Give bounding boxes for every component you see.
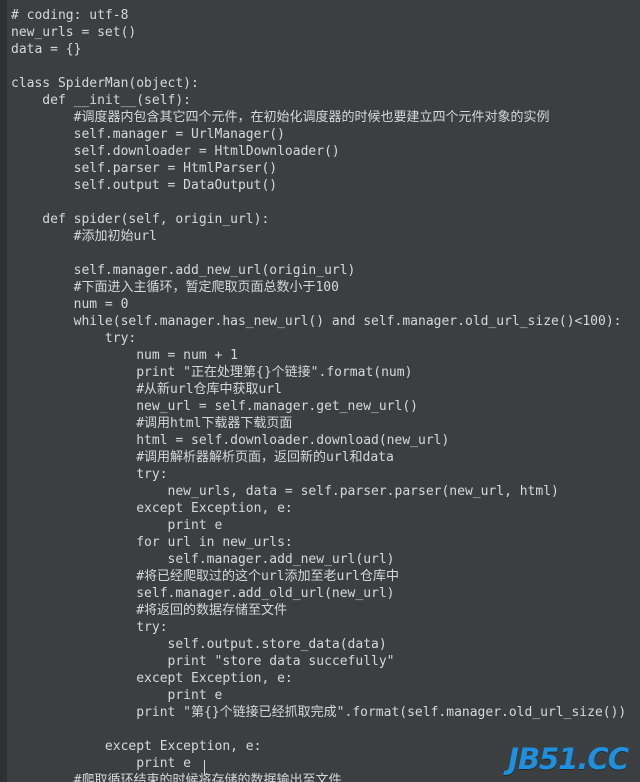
code-line[interactable]: print "第{}个链接已经抓取完成".format(self.manager… [7,704,640,721]
code-line[interactable]: def __init__(self): [7,92,640,109]
code-line[interactable]: try: [7,330,640,347]
editor-gutter [0,0,7,782]
code-line[interactable]: data = {} [7,41,640,58]
code-line[interactable]: #将返回的数据存储至文件 [7,602,640,619]
code-line[interactable]: #将已经爬取过的这个url添加至老url仓库中 [7,568,640,585]
code-line[interactable]: self.manager.add_new_url(origin_url) [7,262,640,279]
code-line[interactable]: new_urls = set() [7,24,640,41]
code-line[interactable]: while(self.manager.has_new_url() and sel… [7,313,640,330]
code-line[interactable]: self.manager.add_new_url(url) [7,551,640,568]
code-line[interactable] [7,721,640,738]
code-line[interactable]: try: [7,466,640,483]
code-line[interactable] [7,194,640,211]
code-line[interactable]: self.parser = HtmlParser() [7,160,640,177]
code-line[interactable]: num = 0 [7,296,640,313]
code-line[interactable]: #从新url仓库中获取url [7,381,640,398]
code-line[interactable]: print e [7,517,640,534]
code-line[interactable]: html = self.downloader.download(new_url) [7,432,640,449]
watermark-logo: JB51.CC [508,742,629,776]
code-line[interactable]: self.output = DataOutput() [7,177,640,194]
code-line[interactable]: #下面进入主循环，暂定爬取页面总数小于100 [7,279,640,296]
code-line[interactable]: try: [7,619,640,636]
code-line[interactable]: num = num + 1 [7,347,640,364]
code-line[interactable]: #调用解析器解析页面，返回新的url和data [7,449,640,466]
code-line[interactable]: except Exception, e: [7,670,640,687]
code-line[interactable] [7,58,640,75]
code-editor-screen: # coding: utf-8 new_urls = set() data = {}… [0,0,640,782]
code-line[interactable]: self.output.store_data(data) [7,636,640,653]
code-line[interactable]: print "store data succefully" [7,653,640,670]
code-line[interactable]: print "正在处理第{}个链接".format(num) [7,364,640,381]
code-line[interactable]: # coding: utf-8 [7,7,640,24]
code-line[interactable]: self.downloader = HtmlDownloader() [7,143,640,160]
code-line[interactable]: self.manager.add_old_url(new_url) [7,585,640,602]
code-line[interactable]: print e [7,687,640,704]
code-line[interactable]: self.manager = UrlManager() [7,126,640,143]
code-line[interactable]: def spider(self, origin_url): [7,211,640,228]
code-line[interactable]: class SpiderMan(object): [7,75,640,92]
code-line[interactable]: except Exception, e: [7,500,640,517]
code-editor-text-area[interactable]: # coding: utf-8 new_urls = set() data = {}… [7,0,640,782]
code-line[interactable] [7,245,640,262]
code-line[interactable]: #调度器内包含其它四个元件，在初始化调度器的时候也要建立四个元件对象的实例 [7,109,640,126]
code-line[interactable]: #添加初始url [7,228,640,245]
text-caret [204,760,205,775]
code-line[interactable]: for url in new_urls: [7,534,640,551]
code-line[interactable]: new_urls, data = self.parser.parser(new_… [7,483,640,500]
code-line[interactable]: #调用html下载器下载页面 [7,415,640,432]
code-line[interactable]: new_url = self.manager.get_new_url() [7,398,640,415]
